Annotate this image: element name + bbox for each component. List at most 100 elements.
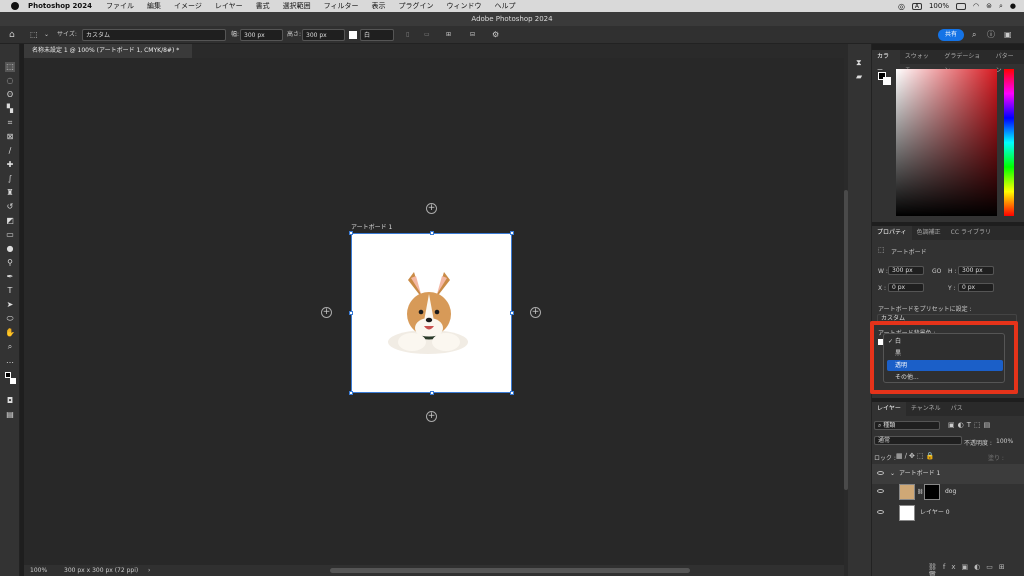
tab-properties[interactable]: プロパティ xyxy=(872,226,912,240)
siri-icon[interactable]: ● xyxy=(1010,2,1016,10)
zoom-level[interactable]: 100% xyxy=(30,565,47,576)
eye-icon[interactable] xyxy=(877,471,884,475)
type-tool-icon[interactable]: T xyxy=(5,286,15,296)
quick-mask-icon[interactable]: ◘ xyxy=(5,396,15,406)
document-tab[interactable]: 名称未設定 1 @ 100% (アートボード 1, CMYK/8#) * xyxy=(24,44,192,58)
size-select[interactable]: カスタム xyxy=(82,29,226,41)
menu-layer[interactable]: レイヤー xyxy=(215,1,243,11)
dodge-tool-icon[interactable]: ⚲ xyxy=(5,258,15,268)
tab-layers[interactable]: レイヤー xyxy=(872,402,906,416)
menu-select[interactable]: 選択範囲 xyxy=(283,1,311,11)
share-button[interactable]: 共有 xyxy=(938,29,964,41)
workspace-icon[interactable]: ▣ xyxy=(1004,29,1012,41)
w-field[interactable]: 300 px xyxy=(888,266,924,275)
add-artboard-bottom-icon[interactable]: + xyxy=(426,411,437,422)
input-source-icon[interactable]: A xyxy=(911,2,922,10)
home-icon[interactable]: ⌂ xyxy=(9,29,15,41)
path-select-tool-icon[interactable]: ➤ xyxy=(5,300,15,310)
y-field[interactable]: 0 px xyxy=(958,283,994,292)
x-field[interactable]: 0 px xyxy=(888,283,924,292)
wifi-icon[interactable]: ◠ xyxy=(973,2,979,10)
app-menu[interactable]: Photoshop 2024 xyxy=(28,2,92,10)
zoom-tool-icon[interactable]: ⌕ xyxy=(5,342,15,352)
eraser-tool-icon[interactable]: ◩ xyxy=(5,216,15,226)
align-icon[interactable]: ⊟ xyxy=(470,29,475,41)
menu-help[interactable]: ヘルプ xyxy=(495,1,516,11)
menu-plugins[interactable]: プラグイン xyxy=(399,1,434,11)
tab-adjustments[interactable]: 色調補正 xyxy=(912,226,946,240)
eye-icon[interactable] xyxy=(877,510,884,514)
battery-icon[interactable] xyxy=(955,2,966,10)
color-picker-field[interactable] xyxy=(896,69,997,216)
menu-edit[interactable]: 編集 xyxy=(147,1,161,11)
object-select-tool-icon[interactable]: ▚ xyxy=(5,104,15,114)
tab-libraries[interactable]: CC ライブラリ xyxy=(946,226,996,240)
artboard-title[interactable]: アートボード 1 xyxy=(351,222,392,231)
stamp-tool-icon[interactable]: ♜ xyxy=(5,188,15,198)
chevron-down-icon[interactable]: ⌄ xyxy=(44,29,49,41)
menu-filter[interactable]: フィルター xyxy=(324,1,359,11)
link-label[interactable]: GO xyxy=(932,268,941,275)
color-swatch[interactable] xyxy=(349,31,357,39)
brush-tool-icon[interactable]: ∫ xyxy=(5,174,15,184)
landscape-icon[interactable]: ▭ xyxy=(424,29,430,41)
eye-icon[interactable] xyxy=(877,489,884,493)
hand-tool-icon[interactable]: ✋ xyxy=(5,328,15,338)
comments-icon[interactable]: ▰ xyxy=(856,72,862,81)
more-tools-icon[interactable]: … xyxy=(5,356,15,366)
layer-row-layer0[interactable]: レイヤー 0 xyxy=(872,503,1024,523)
tab-patterns[interactable]: パターン xyxy=(991,50,1024,74)
link-icon[interactable]: ⛓ xyxy=(917,482,923,502)
layers-footer-icons[interactable]: ⛓fx▣◐▭⊞🗑 xyxy=(928,563,1024,576)
blend-mode-select[interactable]: 通常 xyxy=(874,436,962,445)
add-artboard-top-icon[interactable]: + xyxy=(426,203,437,214)
background-color-icon[interactable] xyxy=(883,77,891,85)
tab-paths[interactable]: パス xyxy=(946,402,968,416)
artboard-handle-mr[interactable] xyxy=(510,311,514,315)
artboard-tool-icon[interactable]: ⬚ xyxy=(5,62,15,72)
marquee-tool-icon[interactable]: ◌ xyxy=(5,76,15,86)
tab-color[interactable]: カラー xyxy=(872,50,900,74)
portrait-icon[interactable]: ▯ xyxy=(406,29,409,41)
tab-channels[interactable]: チャンネル xyxy=(906,402,946,416)
layer-filter-select[interactable]: ⌕ 種類 xyxy=(874,421,940,430)
menu-file[interactable]: ファイル xyxy=(106,1,134,11)
apple-icon[interactable] xyxy=(11,2,19,10)
add-artboard-left-icon[interactable]: + xyxy=(321,307,332,318)
chevron-down-icon[interactable]: ⌄ xyxy=(890,464,895,484)
history-brush-tool-icon[interactable]: ↺ xyxy=(5,202,15,212)
screen-mode-icon[interactable]: ▤ xyxy=(5,410,15,420)
artboard[interactable] xyxy=(351,233,512,393)
layer-filter-icons[interactable]: ▣◐T⬚▤ xyxy=(948,421,993,429)
add-artboard-icon[interactable]: ⊞ xyxy=(446,29,451,41)
control-center-icon[interactable]: ⊜ xyxy=(986,2,992,10)
blur-tool-icon[interactable]: ● xyxy=(5,244,15,254)
artboard-handle-ml[interactable] xyxy=(349,311,353,315)
artboard-handle-tc[interactable] xyxy=(430,231,434,235)
color-select[interactable]: 白 xyxy=(360,29,394,41)
artboard-handle-bl[interactable] xyxy=(349,391,353,395)
artboard-handle-tl[interactable] xyxy=(349,231,353,235)
layer-row-artboard[interactable]: ⌄ アートボード 1 xyxy=(872,464,1024,484)
healing-tool-icon[interactable]: ✚ xyxy=(5,160,15,170)
width-field[interactable]: 300 px xyxy=(240,29,283,41)
menu-view[interactable]: 表示 xyxy=(372,1,386,11)
creative-cloud-icon[interactable]: ◎ xyxy=(898,2,905,11)
tab-swatches[interactable]: スウォッチ xyxy=(900,50,940,74)
layer-row-dog[interactable]: ⛓ dog xyxy=(872,482,1024,502)
menu-type[interactable]: 書式 xyxy=(256,1,270,11)
gradient-tool-icon[interactable]: ▭ xyxy=(5,230,15,240)
eyedropper-tool-icon[interactable]: ∕ xyxy=(5,146,15,156)
chevron-right-icon[interactable]: › xyxy=(148,565,150,576)
artboard-handle-bc[interactable] xyxy=(430,391,434,395)
lock-icons[interactable]: ▦∕✥⬚🔒 xyxy=(896,452,936,460)
menu-image[interactable]: イメージ xyxy=(174,1,202,11)
help-icon[interactable]: ⓘ xyxy=(987,29,995,41)
lasso-tool-icon[interactable]: ʘ xyxy=(5,90,15,100)
shape-tool-icon[interactable]: ⬭ xyxy=(5,314,15,324)
artboard-handle-br[interactable] xyxy=(510,391,514,395)
artboard-tool-preset-icon[interactable]: ⬚ xyxy=(30,29,38,41)
add-artboard-right-icon[interactable]: + xyxy=(530,307,541,318)
artboard-handle-tr[interactable] xyxy=(510,231,514,235)
opacity-value[interactable]: 100% xyxy=(996,438,1013,445)
